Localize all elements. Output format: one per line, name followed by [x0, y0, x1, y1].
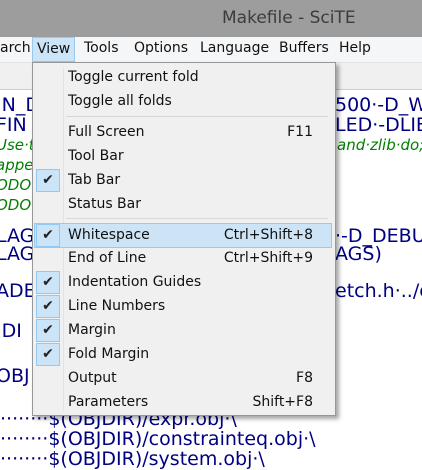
code-line: appe [0, 156, 34, 174]
menu-separator [66, 116, 328, 117]
check-icon: ✔ [36, 295, 60, 318]
menu-item-label: Full Screen [68, 124, 145, 140]
menu-tools[interactable]: Tools [84, 40, 119, 56]
menu-item-toggle-current-fold[interactable]: Toggle current fold [35, 66, 331, 89]
window-title: Makefile - SciTE [222, 8, 356, 28]
check-icon: ✔ [36, 224, 60, 247]
menu-separator [66, 218, 328, 219]
check-icon: ✔ [36, 343, 60, 366]
check-icon: ✔ [36, 319, 60, 342]
menu-help[interactable]: Help [339, 40, 371, 56]
menu-item-end-of-line[interactable]: End of Line Ctrl+Shift+9 [35, 247, 331, 270]
menu-buffers[interactable]: Buffers [279, 40, 329, 56]
menu-item-shortcut: Ctrl+Shift+9 [223, 250, 313, 266]
code-line: ········$(OBJDIR)/system.obj·\ [0, 448, 265, 470]
menu-item-label: Toggle all folds [68, 93, 172, 109]
menu-item-shortcut: F8 [296, 370, 313, 386]
menu-item-output[interactable]: Output F8 [35, 367, 331, 390]
view-menu: Toggle current fold Toggle all folds Full … [32, 62, 336, 416]
menu-item-label: Fold Margin [68, 346, 150, 362]
menu-item-indentation-guides[interactable]: ✔ Indentation Guides [35, 271, 331, 294]
code-line: JDI [0, 320, 22, 342]
code-line: 500·-D_WI [335, 94, 422, 116]
code-line: LAG [0, 243, 35, 265]
menu-item-tool-bar[interactable]: Tool Bar [35, 145, 331, 168]
menu-item-whitespace[interactable]: ✔ Whitespace Ctrl+Shift+8 [34, 223, 332, 248]
code-line: FIN [0, 114, 27, 136]
menu-item-label: Whitespace [68, 227, 150, 243]
menu-item-label: Toggle current fold [68, 69, 199, 85]
code-line: LED·-DLIB [335, 114, 422, 136]
code-line: etch.h·../e [335, 280, 422, 302]
menu-item-label: Parameters [68, 394, 149, 410]
menu-search[interactable]: arch [0, 40, 31, 56]
menu-item-label: Indentation Guides [68, 274, 202, 290]
code-line: ODO [0, 176, 32, 194]
check-icon: ✔ [36, 271, 60, 294]
menu-item-shortcut: Ctrl+Shift+8 [223, 227, 313, 243]
code-line: ADE [0, 280, 36, 302]
menu-item-full-screen[interactable]: Full Screen F11 [35, 121, 331, 144]
menu-language[interactable]: Language [200, 40, 269, 56]
menu-item-line-numbers[interactable]: ✔ Line Numbers [35, 295, 331, 318]
title-bar: Makefile - SciTE [0, 0, 422, 37]
menu-item-margin[interactable]: ✔ Margin [35, 319, 331, 342]
code-line: ODO [0, 196, 32, 214]
menu-item-label: End of Line [68, 250, 147, 266]
menu-item-fold-margin[interactable]: ✔ Fold Margin [35, 343, 331, 366]
menu-item-parameters[interactable]: Parameters Shift+F8 [35, 391, 331, 414]
code-line: OBJ [0, 365, 30, 387]
menu-item-label: Tab Bar [68, 172, 121, 188]
menu-item-label: Line Numbers [68, 298, 166, 314]
menu-view[interactable]: View [32, 37, 76, 62]
menu-item-label: Status Bar [68, 196, 142, 212]
menu-item-shortcut: Shift+F8 [252, 394, 313, 410]
code-line: and·zlib·do;· [337, 136, 422, 154]
menu-item-status-bar[interactable]: Status Bar [35, 193, 331, 216]
menu-options[interactable]: Options [134, 40, 188, 56]
menu-item-tab-bar[interactable]: ✔ Tab Bar [35, 169, 331, 192]
menu-item-shortcut: F11 [287, 124, 313, 140]
menu-item-toggle-all-folds[interactable]: Toggle all folds [35, 90, 331, 113]
menu-bar: arch View Tools Options Language Buffers… [0, 37, 422, 63]
menu-item-label: Tool Bar [68, 148, 124, 164]
code-line: Use·t [0, 136, 35, 154]
code-line: ········$(OBJDIR)/constrainteq.obj·\ [0, 428, 316, 450]
menu-item-label: Margin [68, 322, 116, 338]
check-icon: ✔ [36, 169, 60, 192]
menu-item-label: Output [68, 370, 117, 386]
code-line: AGS) [335, 243, 382, 265]
